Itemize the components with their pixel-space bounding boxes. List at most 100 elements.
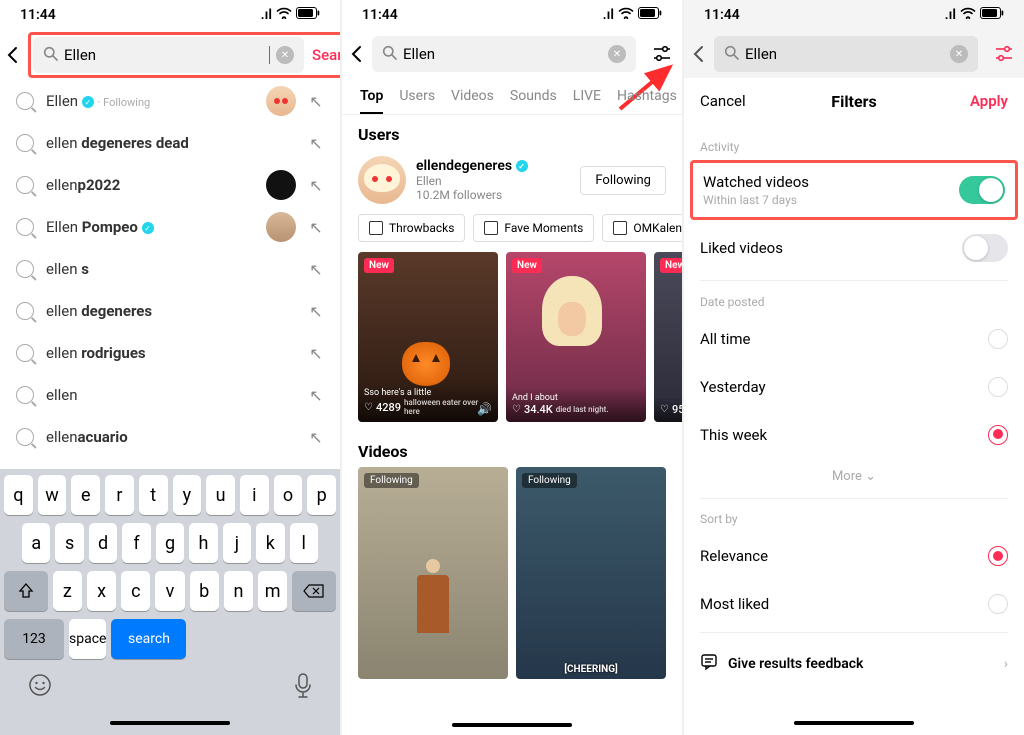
date-option-row[interactable]: All time [700,315,1008,363]
home-indicator[interactable] [452,723,572,727]
backspace-key[interactable] [292,571,336,611]
cancel-button[interactable]: Cancel [700,92,746,110]
numbers-key[interactable]: 123 [4,619,64,659]
key-e[interactable]: e [71,475,100,515]
home-indicator[interactable] [110,721,230,725]
key-n[interactable]: n [224,571,253,611]
key-p[interactable]: p [307,475,336,515]
key-f[interactable]: f [122,523,150,563]
tab-top[interactable]: Top [352,78,391,114]
suggestion-item[interactable]: ellenacuario ↖ [0,416,340,458]
key-v[interactable]: v [155,571,184,611]
clear-icon[interactable]: ✕ [608,45,626,63]
filter-icon[interactable] [986,45,1022,63]
tab-hashtags[interactable]: Hashtags [609,78,682,114]
suggestion-item[interactable]: ellen show ↖ [0,458,340,469]
keyboard[interactable]: q w e r t y u i o p a s d f g h j k l z [0,469,340,735]
playlist-chip[interactable]: Throwbacks [358,214,465,242]
space-key[interactable]: space [69,619,106,659]
insert-arrow-icon[interactable]: ↖ [308,177,324,193]
insert-arrow-icon[interactable]: ↖ [308,219,324,235]
date-option-row[interactable]: This week [700,411,1008,459]
liked-videos-row[interactable]: Liked videos [700,220,1008,276]
date-option-row[interactable]: Yesterday [700,363,1008,411]
suggestion-item[interactable]: ellen degeneres dead ↖ [0,122,340,164]
key-j[interactable]: j [223,523,251,563]
key-u[interactable]: u [206,475,235,515]
key-b[interactable]: b [190,571,219,611]
watched-videos-row[interactable]: Watched videos Within last 7 days [703,169,1005,211]
key-w[interactable]: w [38,475,67,515]
clear-icon[interactable]: ✕ [950,45,968,63]
radio[interactable] [988,594,1008,614]
search-field[interactable]: ✕ [714,36,978,72]
sort-option-row[interactable]: Most liked [700,580,1008,628]
insert-arrow-icon[interactable]: ↖ [308,303,324,319]
tab-sounds[interactable]: Sounds [502,78,565,114]
suggestion-item[interactable]: ellen s ↖ [0,248,340,290]
key-h[interactable]: h [189,523,217,563]
suggestion-item[interactable]: Ellen ✓ · Following ↖ [0,80,340,122]
filter-icon[interactable] [644,45,680,63]
back-button[interactable] [6,43,20,67]
key-x[interactable]: x [87,571,116,611]
sort-option-row[interactable]: Relevance [700,532,1008,580]
mic-icon[interactable] [294,673,312,705]
tab-videos[interactable]: Videos [443,78,502,114]
search-field[interactable]: ✕ [33,37,304,73]
key-a[interactable]: a [22,523,50,563]
shift-key[interactable] [4,571,48,611]
playlist-chip[interactable]: Fave Moments [473,214,594,242]
suggestion-item[interactable]: ellen ↖ [0,374,340,416]
radio[interactable] [988,377,1008,397]
volume-icon[interactable]: 🔊 [477,402,492,416]
user-result[interactable]: ellendegeneres ✓ Ellen 10.2M followers F… [342,150,682,210]
video-card[interactable]: Following [CHEERING] [516,467,666,679]
search-input[interactable] [64,46,263,64]
key-g[interactable]: g [156,523,184,563]
search-field[interactable]: ✕ [372,36,636,72]
emoji-icon[interactable] [28,673,52,705]
insert-arrow-icon[interactable]: ↖ [308,345,324,361]
liked-toggle[interactable] [962,234,1008,262]
tab-live[interactable]: LIVE [565,78,609,114]
insert-arrow-icon[interactable]: ↖ [308,261,324,277]
search-button[interactable]: Search [312,46,340,64]
key-y[interactable]: y [173,475,202,515]
insert-arrow-icon[interactable]: ↖ [308,387,324,403]
tab-users[interactable]: Users [391,78,443,114]
key-z[interactable]: z [53,571,82,611]
suggestion-item[interactable]: ellen degeneres ↖ [0,290,340,332]
search-input[interactable] [745,45,944,63]
home-indicator[interactable] [794,721,914,725]
key-c[interactable]: c [121,571,150,611]
key-m[interactable]: m [258,571,287,611]
insert-arrow-icon[interactable]: ↖ [308,429,324,445]
feedback-row[interactable]: Give results feedback › [700,637,1008,691]
insert-arrow-icon[interactable]: ↖ [308,135,324,151]
insert-arrow-icon[interactable]: ↖ [308,93,324,109]
key-l[interactable]: l [290,523,318,563]
watched-toggle[interactable] [959,176,1005,204]
search-input[interactable] [403,45,602,63]
clear-icon[interactable]: ✕ [276,46,294,64]
radio[interactable] [988,546,1008,566]
following-button[interactable]: Following [580,166,666,195]
radio[interactable] [988,329,1008,349]
key-o[interactable]: o [274,475,303,515]
suggestion-item[interactable]: ellen rodrigues ↖ [0,332,340,374]
key-q[interactable]: q [4,475,33,515]
back-button[interactable] [692,42,706,66]
search-key[interactable]: search [111,619,186,659]
video-card[interactable]: New ♡9594 [654,252,682,422]
video-card[interactable]: New Sso here's a little ♡4289 halloween … [358,252,498,422]
suggestion-item[interactable]: Ellen Pompeo ✓ ↖ [0,206,340,248]
radio[interactable] [988,425,1008,445]
key-i[interactable]: i [240,475,269,515]
back-button[interactable] [350,42,364,66]
suggestion-item[interactable]: ellenp2022 ↖ [0,164,340,206]
key-d[interactable]: d [89,523,117,563]
key-s[interactable]: s [55,523,83,563]
key-k[interactable]: k [256,523,284,563]
video-card[interactable]: New And I about ♡34.4K died last night. [506,252,646,422]
